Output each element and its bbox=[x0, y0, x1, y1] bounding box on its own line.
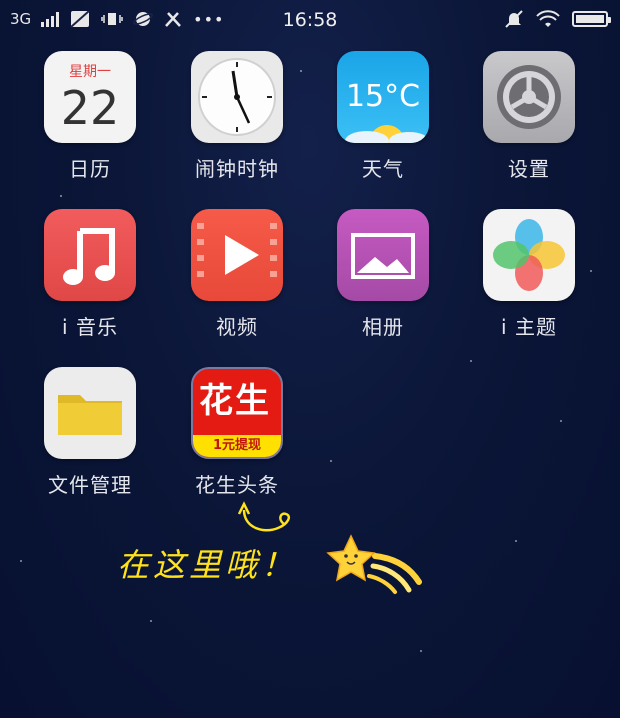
weather-icon[interactable]: 15°C bbox=[337, 51, 429, 143]
app-label: 视频 bbox=[216, 315, 258, 339]
app-calendar[interactable]: 星期一 22 日历 bbox=[20, 51, 160, 182]
app-label: 相册 bbox=[362, 315, 404, 339]
peanut-icon-text: 花生 bbox=[199, 381, 271, 421]
mute-bell-icon bbox=[505, 10, 523, 28]
clock-icon[interactable] bbox=[191, 51, 283, 143]
app-label: 文件管理 bbox=[48, 473, 132, 497]
app-label: 设置 bbox=[508, 157, 550, 181]
callout-text: 在这里哦！ bbox=[117, 546, 298, 584]
wifi-icon bbox=[536, 10, 560, 27]
app-weather[interactable]: 15°C 天气 bbox=[313, 51, 453, 182]
app-settings[interactable]: 设置 bbox=[459, 51, 599, 182]
app-label: 花生头条 bbox=[195, 473, 279, 497]
weather-temperature: 15°C bbox=[345, 79, 421, 114]
shooting-star-icon bbox=[326, 534, 422, 594]
app-label: 天气 bbox=[362, 157, 404, 181]
app-clock[interactable]: 闹钟时钟 bbox=[167, 51, 307, 182]
folder-icon[interactable] bbox=[44, 367, 136, 459]
app-label: 闹钟时钟 bbox=[195, 157, 279, 181]
app-label: 日历 bbox=[69, 157, 111, 181]
status-bar: 3G ••• 16:58 bbox=[0, 0, 620, 40]
battery-icon bbox=[572, 11, 611, 27]
calendar-weekday: 星期一 bbox=[69, 64, 111, 80]
app-files[interactable]: 文件管理 bbox=[20, 367, 160, 498]
app-music[interactable]: i 音乐 bbox=[20, 209, 160, 340]
settings-gear-icon[interactable] bbox=[483, 51, 575, 143]
app-label: i 音乐 bbox=[62, 315, 118, 339]
music-note-icon[interactable] bbox=[44, 209, 136, 301]
app-video[interactable]: 视频 bbox=[167, 209, 307, 340]
curved-arrow-icon bbox=[237, 501, 290, 532]
app-label: i 主题 bbox=[501, 315, 557, 339]
peanut-icon-banner: 1元提现 bbox=[193, 435, 281, 457]
app-theme[interactable]: i 主题 bbox=[459, 209, 599, 340]
calendar-icon[interactable]: 星期一 22 bbox=[44, 51, 136, 143]
play-icon[interactable] bbox=[191, 209, 283, 301]
gallery-icon[interactable] bbox=[337, 209, 429, 301]
theme-petal-icon[interactable] bbox=[483, 209, 575, 301]
calendar-day: 22 bbox=[60, 81, 120, 135]
peanut-news-icon[interactable]: 花生 1元提现 bbox=[191, 367, 283, 459]
app-peanut-news[interactable]: 花生 1元提现 花生头条 bbox=[167, 367, 307, 498]
app-gallery[interactable]: 相册 bbox=[313, 209, 453, 340]
